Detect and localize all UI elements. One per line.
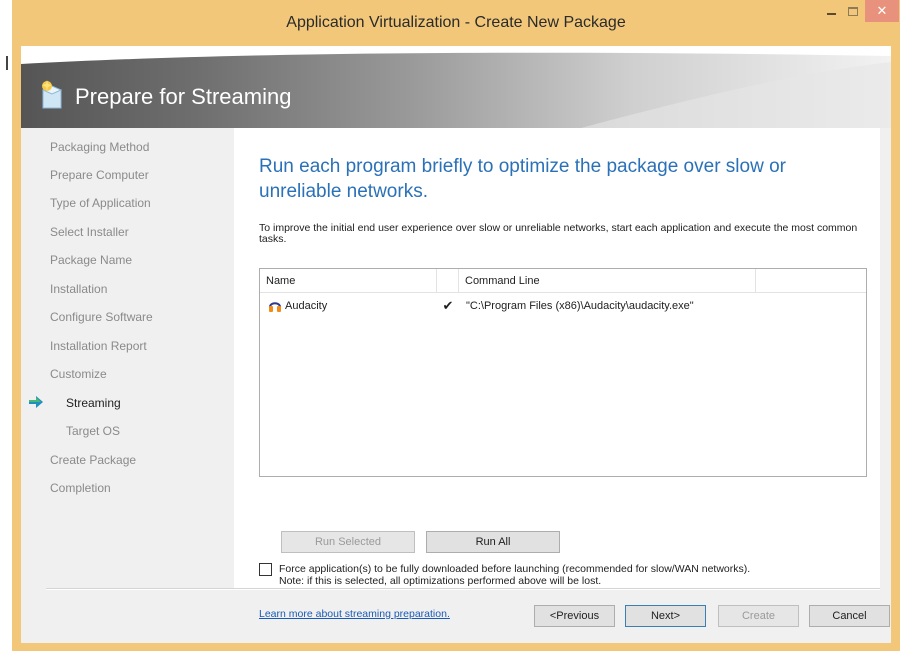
audacity-headphones-icon [269, 302, 281, 312]
column-header-command-line[interactable]: Command Line [459, 269, 755, 293]
content-description: To improve the initial end user experien… [259, 222, 858, 245]
force-download-label: Force application(s) to be fully downloa… [279, 563, 869, 587]
background-window-marker [6, 56, 8, 70]
content-heading: Run each program briefly to optimize the… [259, 156, 786, 202]
wizard-steps-sidebar: Packaging Method Prepare Computer Type o… [21, 128, 234, 588]
force-download-checkbox[interactable] [259, 563, 272, 576]
close-button[interactable]: ✕ [865, 0, 899, 22]
list-header: Name Command Line [260, 269, 866, 293]
background-window-edge [0, 0, 12, 651]
step-configure-software: Configure Software [50, 310, 153, 324]
step-completion: Completion [50, 481, 111, 495]
step-prepare-computer: Prepare Computer [50, 168, 149, 182]
title-bar[interactable]: Application Virtualization - Create New … [12, 0, 900, 46]
window-title: Application Virtualization - Create New … [286, 14, 626, 31]
minimize-button[interactable] [820, 0, 842, 22]
wizard-client-area: Prepare for Streaming Packaging Method P… [21, 46, 891, 643]
wizard-banner: Prepare for Streaming [21, 46, 891, 128]
app-name-cell: Audacity [285, 300, 328, 312]
step-create-package: Create Package [50, 453, 137, 467]
run-status-check-icon: ✔ [442, 298, 454, 313]
force-download-note: Note: if this is selected, all optimizat… [279, 575, 602, 587]
force-download-text: Force application(s) to be fully downloa… [279, 563, 751, 575]
applications-list[interactable]: Name Command Line Audacity ✔ "C:\Program… [259, 268, 867, 477]
table-row[interactable]: Audacity ✔ "C:\Program Files (x86)\Audac… [260, 296, 866, 316]
step-streaming: Streaming [66, 396, 121, 410]
window-bottom-border [21, 643, 891, 651]
footer-divider-highlight [46, 589, 880, 590]
step-target-os: Target OS [66, 424, 121, 438]
column-separator[interactable] [755, 269, 756, 293]
command-line-cell: "C:\Program Files (x86)\Audacity\audacit… [466, 300, 694, 312]
maximize-button[interactable] [842, 0, 864, 22]
step-packaging-method: Packaging Method [50, 140, 150, 154]
package-wizard-icon [41, 80, 63, 109]
column-header-status[interactable] [437, 269, 458, 293]
next-button[interactable]: Next> [625, 605, 706, 627]
step-type-of-application: Type of Application [50, 196, 151, 210]
wizard-content: Run each program briefly to optimize the… [234, 128, 880, 620]
step-installation: Installation [50, 282, 108, 296]
cancel-button[interactable]: Cancel [809, 605, 890, 627]
step-customize: Customize [50, 367, 107, 381]
page-title: Prepare for Streaming [75, 84, 292, 109]
step-installation-report: Installation Report [50, 339, 147, 353]
close-icon: ✕ [876, 3, 888, 18]
maximize-icon [848, 6, 858, 16]
create-button[interactable]: Create [718, 605, 799, 627]
learn-more-link[interactable]: Learn more about streaming preparation. [259, 608, 450, 620]
run-selected-button[interactable]: Run Selected [281, 531, 415, 553]
previous-button[interactable]: <Previous [534, 605, 615, 627]
run-all-button[interactable]: Run All [426, 531, 560, 553]
step-package-name: Package Name [50, 253, 133, 267]
wizard-window: Application Virtualization - Create New … [12, 0, 900, 651]
step-select-installer: Select Installer [50, 225, 129, 239]
column-header-name[interactable]: Name [260, 269, 436, 293]
minimize-icon [826, 13, 836, 15]
current-step-arrow-icon [29, 396, 43, 408]
